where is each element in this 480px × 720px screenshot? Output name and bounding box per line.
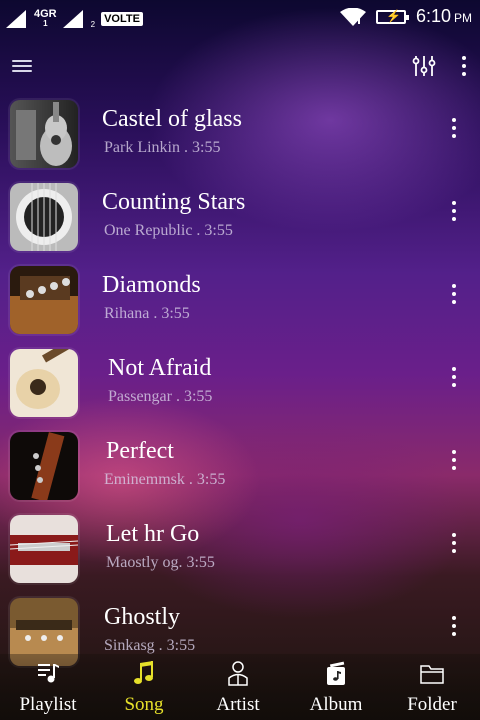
tab-label: Album [309, 694, 363, 715]
song-more-icon[interactable] [448, 201, 460, 231]
tab-label: Song [124, 694, 164, 715]
volte-badge: VOLTE [101, 11, 143, 26]
sim1-label: 1 [43, 18, 48, 28]
signal-icon-2 [62, 9, 85, 28]
tab-label: Playlist [19, 694, 77, 715]
song-title: Let hr Go [106, 521, 200, 547]
battery-icon: ⚡ [375, 9, 409, 24]
menu-icon[interactable] [12, 60, 32, 74]
signal-icon [6, 9, 28, 28]
song-more-icon[interactable] [448, 367, 460, 397]
album-art [10, 349, 78, 417]
folder-icon [420, 665, 444, 684]
tab-artist[interactable]: Artist [190, 654, 286, 720]
overflow-menu-icon[interactable] [458, 56, 470, 78]
tab-label: Folder [407, 694, 457, 715]
top-bar [0, 46, 480, 88]
tab-folder[interactable]: Folder [384, 654, 480, 720]
music-note-icon [134, 661, 153, 684]
album-icon [327, 661, 345, 685]
song-more-icon[interactable] [448, 284, 460, 314]
song-title: Counting Stars [102, 189, 246, 215]
song-title: Ghostly [104, 604, 181, 630]
song-title: Perfect [106, 438, 174, 464]
song-row[interactable]: Castel of glass Park Linkin . 3:55 [0, 98, 480, 180]
song-row[interactable]: Not Afraid Passengar . 3:55 [0, 347, 480, 429]
song-row[interactable]: Perfect Eminemmsk . 3:55 [0, 430, 480, 512]
song-subtitle: Eminemmsk . 3:55 [104, 471, 226, 488]
song-more-icon[interactable] [448, 533, 460, 563]
status-bar: 4GR 1 2 VOLTE ⚡ 6:10 PM [0, 0, 480, 40]
song-subtitle: Rihana . 3:55 [104, 305, 190, 322]
tab-label: Artist [216, 694, 260, 715]
song-row[interactable]: Diamonds Rihana . 3:55 [0, 264, 480, 346]
bottom-navigation: Playlist Song Artist Album Folder [0, 654, 480, 720]
album-art [10, 183, 78, 251]
album-art [10, 515, 78, 583]
clock: 6:10 PM [415, 6, 472, 26]
tab-song[interactable]: Song [96, 654, 192, 720]
album-art [10, 100, 78, 168]
song-title: Diamonds [102, 272, 201, 298]
album-art [10, 432, 78, 500]
album-art [10, 266, 78, 334]
sim2-label: 2 [90, 20, 96, 29]
network-type: 4GR [34, 7, 57, 20]
song-more-icon[interactable] [448, 118, 460, 148]
song-subtitle: Sinkasg . 3:55 [104, 637, 196, 654]
tab-playlist[interactable]: Playlist [0, 654, 96, 720]
song-row[interactable]: Counting Stars One Republic . 3:55 [0, 181, 480, 263]
song-title: Not Afraid [108, 355, 212, 381]
song-subtitle: Passengar . 3:55 [108, 388, 213, 405]
tab-album[interactable]: Album [288, 654, 384, 720]
song-subtitle: Park Linkin . 3:55 [104, 139, 221, 156]
song-title: Castel of glass [102, 106, 242, 132]
song-subtitle: One Republic . 3:55 [104, 222, 233, 239]
song-subtitle: Maostly og. 3:55 [106, 554, 215, 571]
playlist-icon [38, 664, 59, 683]
equalizer-icon[interactable] [412, 54, 436, 78]
wifi-icon [339, 7, 366, 26]
song-more-icon[interactable] [448, 450, 460, 480]
song-row[interactable]: Let hr Go Maostly og. 3:55 [0, 513, 480, 595]
song-more-icon[interactable] [448, 616, 460, 646]
artist-icon [228, 661, 248, 686]
